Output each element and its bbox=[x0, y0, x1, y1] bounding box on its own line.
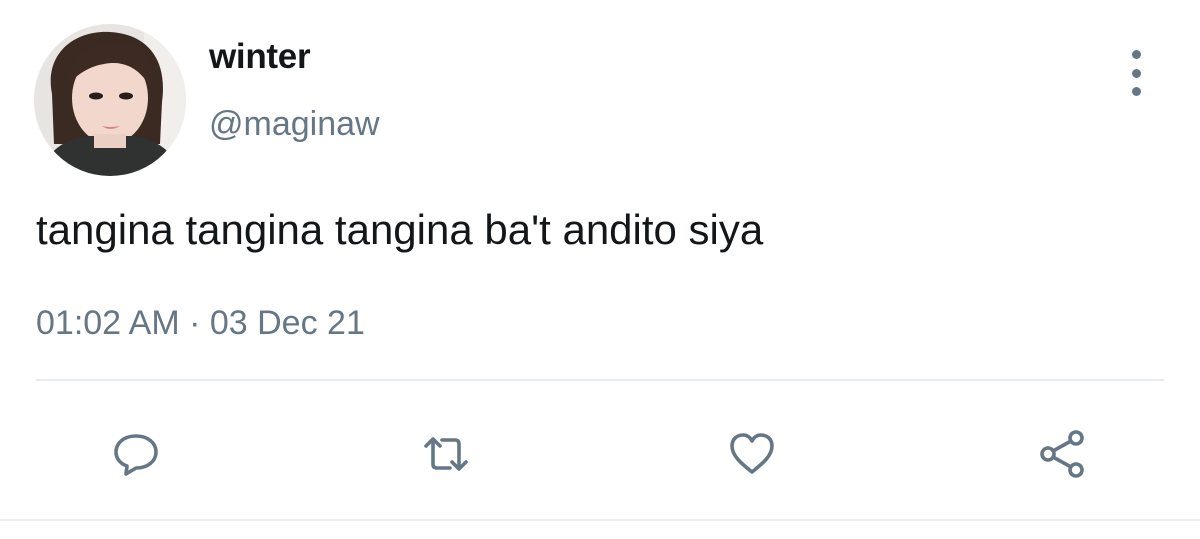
avatar-image bbox=[34, 24, 186, 176]
more-icon bbox=[1131, 50, 1141, 59]
user-handle[interactable]: @maginaw bbox=[209, 105, 380, 144]
tweet-bottom-border bbox=[0, 519, 1200, 521]
divider bbox=[36, 379, 1164, 381]
tweet-timestamp[interactable]: 01:02 AM · 03 Dec 21 bbox=[36, 304, 365, 343]
share-icon bbox=[1040, 430, 1084, 478]
heart-icon bbox=[730, 433, 774, 474]
display-name[interactable]: winter bbox=[209, 37, 311, 77]
comment-icon bbox=[114, 434, 158, 476]
share-button[interactable] bbox=[1030, 422, 1094, 486]
more-icon-dot bbox=[1131, 68, 1141, 78]
avatar[interactable] bbox=[34, 24, 186, 176]
retweet-button[interactable] bbox=[414, 422, 478, 486]
reply-button[interactable] bbox=[104, 422, 168, 486]
more-options-button[interactable] bbox=[1118, 50, 1154, 96]
retweet-icon bbox=[424, 437, 468, 471]
tweet-text: tangina tangina tangina ba't andito siya bbox=[36, 206, 764, 253]
tweet-card: winter @maginaw tangina tangina tangina … bbox=[0, 0, 1200, 539]
more-icon-dot bbox=[1131, 87, 1141, 96]
like-button[interactable] bbox=[720, 422, 784, 486]
